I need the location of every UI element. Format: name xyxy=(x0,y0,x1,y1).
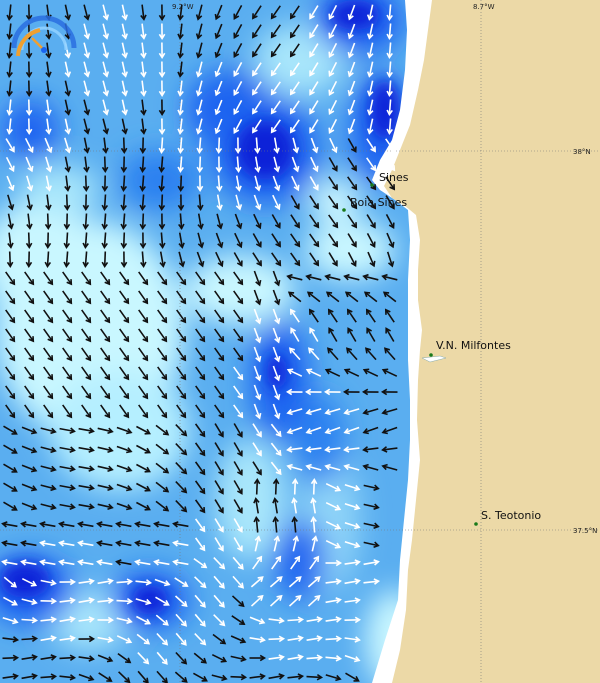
wind-arrow xyxy=(103,251,107,267)
place-label-sines: Sines xyxy=(379,171,409,184)
latitude-label-38n: 38°N xyxy=(573,148,591,156)
wind-arrow xyxy=(179,175,183,191)
wind-arrow xyxy=(65,194,69,210)
wind-arrow xyxy=(141,213,145,229)
wind-arrow xyxy=(293,479,297,495)
place-label-boia-sines: Boia Sines xyxy=(350,196,407,209)
wind-map: 9.2°W 8.7°W 38°N 37.5°N Sines Boia Sines… xyxy=(0,0,600,683)
wind-arrow xyxy=(274,479,278,495)
latitude-label-37-5n: 37.5°N xyxy=(573,527,597,535)
place-marker xyxy=(429,353,433,357)
wind-arrow xyxy=(217,137,221,153)
wind-arrow xyxy=(122,232,126,248)
wind-arrow xyxy=(2,656,18,660)
wind-arrow xyxy=(103,156,107,172)
wind-arrow xyxy=(84,175,88,191)
wind-arrow xyxy=(255,479,259,495)
sea-field xyxy=(0,0,412,683)
place-label-vn-milfontes: V.N. Milfontes xyxy=(436,339,511,352)
wind-arrow xyxy=(230,675,246,679)
wind-arrow xyxy=(268,637,284,641)
place-marker xyxy=(474,522,478,526)
longitude-label-8-7w: 8.7°W xyxy=(473,3,495,11)
wind-arrow xyxy=(160,194,164,210)
wind-arrow xyxy=(46,213,50,229)
wind-arrow xyxy=(198,156,202,172)
place-marker xyxy=(370,183,374,187)
wind-arrow xyxy=(8,251,12,267)
place-label-s-teotonio: S. Teotonio xyxy=(481,509,541,522)
place-marker xyxy=(342,208,346,212)
wind-arrow xyxy=(312,479,316,495)
longitude-label-9-2w: 9.2°W xyxy=(172,3,194,11)
wind-arrow xyxy=(27,232,31,248)
wind-arrow xyxy=(122,137,126,153)
